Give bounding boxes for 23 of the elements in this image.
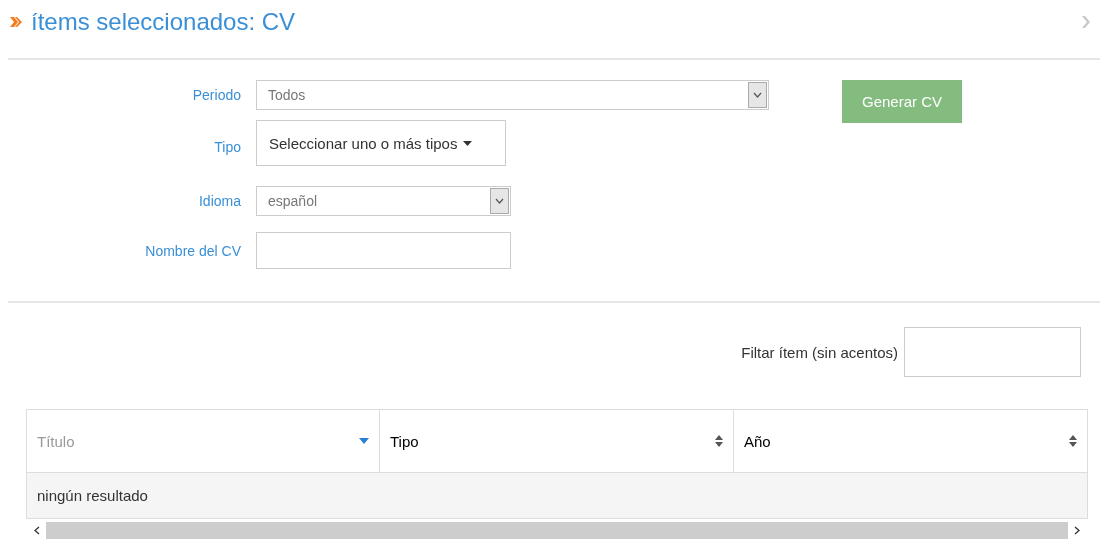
empty-message: ningún resultado [27,472,1087,518]
chevron-down-icon [753,92,762,98]
scroll-right-icon [1074,525,1080,535]
dropdown-field[interactable]: español [256,186,511,216]
column-header[interactable]: Año [734,410,1087,472]
sort-icon [715,435,723,447]
filter-field[interactable] [904,327,1081,377]
dropdown-field[interactable]: Todos [256,80,769,110]
double-chevron-icon [10,15,22,29]
chevron-down-icon [495,198,504,204]
field-label: Tipo [213,138,242,157]
filter-label: Filtar ítem (sin acentos) [741,343,898,361]
multiselect-button[interactable]: Seleccionar uno o más tipos [256,120,506,166]
scroll-left-icon [34,525,40,535]
caret-down-icon [463,140,473,146]
chevron-right-icon [1081,15,1091,29]
field-label: Periodo [191,86,242,105]
field-label: Nombre del CV [144,242,242,261]
text-field[interactable] [256,232,511,269]
page-title: ítems seleccionados: CV [31,8,296,36]
sort-descending-icon [359,438,369,444]
field-label: Idioma [197,192,242,211]
sort-icon [1069,435,1077,447]
